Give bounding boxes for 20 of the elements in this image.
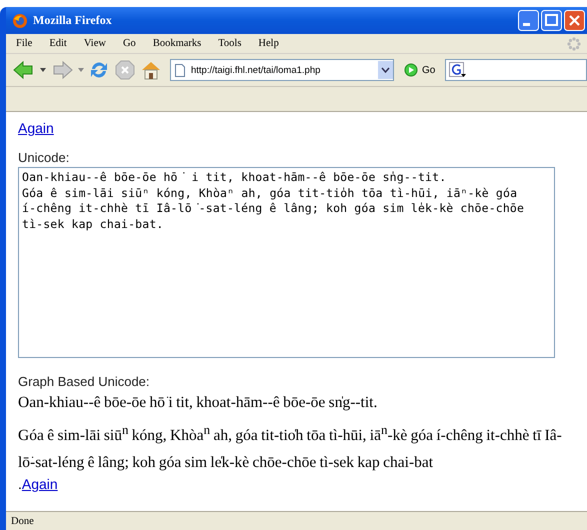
section-label: Graph Based Unicode:	[18, 374, 150, 389]
menu-item[interactable]: Go	[116, 38, 142, 49]
menu-item[interactable]: Edit	[43, 38, 73, 49]
window-title: Mozilla Firefox	[33, 13, 112, 28]
text-area[interactable]: Oan-khiau--ê bōe-ōe hō͘ i tit, khoat-hām--ê bōe-ōe sn̍g--tit. Góa ê sim-lāi siūⁿ kóng, Khòaⁿ ah, góa tit-tio̍h tōa tì-hūi, iāⁿ-kè góa í-chêng it-chhè tī Iâ-lō͘-sat-léng ê lâng; koh góa sim le̍k-kè chōe-chōe tì-sek kap chai-bat.	[18, 167, 555, 358]
status-text: Done	[11, 516, 34, 526]
menu-item[interactable]: Bookmarks	[146, 38, 208, 49]
paragraph: Oan-khiau--ê bōe-ōe hō͘ i tit, khoat-hām--ê bōe-ōe sn̍g--tit.	[18, 393, 378, 413]
menu-item[interactable]: File	[10, 38, 38, 49]
menu-item[interactable]: Tools	[212, 38, 248, 49]
again-link[interactable]: Again	[18, 120, 54, 136]
menu-item[interactable]: View	[78, 38, 112, 49]
section-label: Unicode:	[18, 150, 70, 165]
go-button[interactable]: Go	[398, 63, 442, 77]
url-text: http://taigi.fhl.net/tai/loma1.php	[191, 64, 322, 76]
address-field[interactable]: http://taigi.fhl.net/tai/loma1.php	[170, 59, 394, 81]
menu-item[interactable]: Help	[252, 38, 285, 49]
again-link[interactable]: Again	[22, 476, 58, 492]
period-mark: .	[18, 476, 22, 492]
paragraph: Góa ê sim-lāi siū$^{n}$ kóng, Khòa$^{n}$ ah, góa tit-tio̍h tōa tì-hūi, iā$^{n}$-kè góa í-chêng it-chhè tī Iâ-lō͘-sat-léng ê lâng; koh góa sim le̍k-kè chōe-chōe tì-sek kap chai-bat	[18, 421, 563, 474]
